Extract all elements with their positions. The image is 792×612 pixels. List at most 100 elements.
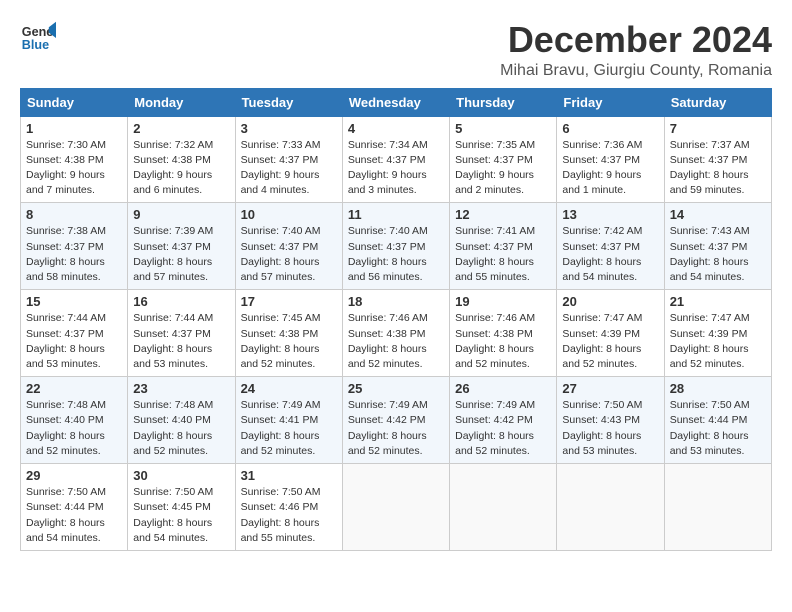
week-row-2: 8Sunrise: 7:38 AM Sunset: 4:37 PM Daylig… bbox=[21, 203, 772, 290]
day-detail: Sunrise: 7:46 AM Sunset: 4:38 PM Dayligh… bbox=[348, 312, 428, 370]
weekday-header-monday: Monday bbox=[128, 88, 235, 116]
calendar-cell: 5Sunrise: 7:35 AM Sunset: 4:37 PM Daylig… bbox=[450, 116, 557, 203]
page-subtitle: Mihai Bravu, Giurgiu County, Romania bbox=[500, 62, 772, 80]
week-row-1: 1Sunrise: 7:30 AM Sunset: 4:38 PM Daylig… bbox=[21, 116, 772, 203]
weekday-header-friday: Friday bbox=[557, 88, 664, 116]
calendar-cell bbox=[450, 464, 557, 551]
day-detail: Sunrise: 7:49 AM Sunset: 4:42 PM Dayligh… bbox=[455, 399, 535, 457]
day-detail: Sunrise: 7:44 AM Sunset: 4:37 PM Dayligh… bbox=[133, 312, 213, 370]
calendar-table: SundayMondayTuesdayWednesdayThursdayFrid… bbox=[20, 88, 772, 551]
day-number: 2 bbox=[133, 121, 229, 136]
svg-text:Blue: Blue bbox=[22, 38, 49, 52]
calendar-cell bbox=[557, 464, 664, 551]
calendar-cell: 17 Sunrise: 7:45 AM Sunset: 4:38 PM Dayli… bbox=[235, 290, 342, 377]
calendar-cell: 29 Sunrise: 7:50 AM Sunset: 4:44 PM Dayli… bbox=[21, 464, 128, 551]
weekday-header-row: SundayMondayTuesdayWednesdayThursdayFrid… bbox=[21, 88, 772, 116]
day-number: 3 bbox=[241, 121, 337, 136]
page-title: December 2024 bbox=[500, 20, 772, 60]
day-number: 18 bbox=[348, 294, 444, 309]
day-number: 12 bbox=[455, 207, 551, 222]
day-number: 20 bbox=[562, 294, 658, 309]
calendar-cell: 27 Sunrise: 7:50 AM Sunset: 4:43 PM Dayli… bbox=[557, 377, 664, 464]
day-number: 1 bbox=[26, 121, 122, 136]
calendar-cell: 18 Sunrise: 7:46 AM Sunset: 4:38 PM Dayli… bbox=[342, 290, 449, 377]
day-number: 21 bbox=[670, 294, 766, 309]
day-detail: Sunrise: 7:36 AM Sunset: 4:37 PM Dayligh… bbox=[562, 139, 642, 197]
page-container: General Blue December 2024 Mihai Bravu, … bbox=[20, 20, 772, 551]
day-detail: Sunrise: 7:35 AM Sunset: 4:37 PM Dayligh… bbox=[455, 139, 535, 197]
day-detail: Sunrise: 7:40 AM Sunset: 4:37 PM Dayligh… bbox=[241, 225, 321, 283]
calendar-cell: 14Sunrise: 7:43 AM Sunset: 4:37 PM Dayli… bbox=[664, 203, 771, 290]
weekday-header-wednesday: Wednesday bbox=[342, 88, 449, 116]
calendar-cell: 16 Sunrise: 7:44 AM Sunset: 4:37 PM Dayli… bbox=[128, 290, 235, 377]
day-detail: Sunrise: 7:47 AM Sunset: 4:39 PM Dayligh… bbox=[562, 312, 642, 370]
day-detail: Sunrise: 7:41 AM Sunset: 4:37 PM Dayligh… bbox=[455, 225, 535, 283]
calendar-cell: 13 Sunrise: 7:42 AM Sunset: 4:37 PM Dayli… bbox=[557, 203, 664, 290]
day-number: 23 bbox=[133, 381, 229, 396]
day-number: 24 bbox=[241, 381, 337, 396]
day-detail: Sunrise: 7:48 AM Sunset: 4:40 PM Dayligh… bbox=[133, 399, 213, 457]
day-number: 14 bbox=[670, 207, 766, 222]
calendar-cell: 24 Sunrise: 7:49 AM Sunset: 4:41 PM Dayli… bbox=[235, 377, 342, 464]
day-number: 10 bbox=[241, 207, 337, 222]
day-detail: Sunrise: 7:39 AM Sunset: 4:37 PM Dayligh… bbox=[133, 225, 213, 283]
day-number: 28 bbox=[670, 381, 766, 396]
day-number: 15 bbox=[26, 294, 122, 309]
weekday-header-sunday: Sunday bbox=[21, 88, 128, 116]
day-detail: Sunrise: 7:34 AM Sunset: 4:37 PM Dayligh… bbox=[348, 139, 428, 197]
day-number: 13 bbox=[562, 207, 658, 222]
day-detail: Sunrise: 7:50 AM Sunset: 4:44 PM Dayligh… bbox=[670, 399, 750, 457]
calendar-cell: 28 Sunrise: 7:50 AM Sunset: 4:44 PM Dayli… bbox=[664, 377, 771, 464]
day-detail: Sunrise: 7:38 AM Sunset: 4:37 PM Dayligh… bbox=[26, 225, 106, 283]
day-number: 29 bbox=[26, 468, 122, 483]
day-detail: Sunrise: 7:50 AM Sunset: 4:46 PM Dayligh… bbox=[241, 486, 321, 544]
calendar-cell: 10 Sunrise: 7:40 AM Sunset: 4:37 PM Dayli… bbox=[235, 203, 342, 290]
calendar-cell bbox=[664, 464, 771, 551]
day-number: 26 bbox=[455, 381, 551, 396]
calendar-cell: 1Sunrise: 7:30 AM Sunset: 4:38 PM Daylig… bbox=[21, 116, 128, 203]
day-number: 25 bbox=[348, 381, 444, 396]
week-row-3: 15 Sunrise: 7:44 AM Sunset: 4:37 PM Dayli… bbox=[21, 290, 772, 377]
title-block: December 2024 Mihai Bravu, Giurgiu Count… bbox=[500, 20, 772, 80]
calendar-cell: 22 Sunrise: 7:48 AM Sunset: 4:40 PM Dayli… bbox=[21, 377, 128, 464]
weekday-header-tuesday: Tuesday bbox=[235, 88, 342, 116]
calendar-cell: 31Sunrise: 7:50 AM Sunset: 4:46 PM Dayli… bbox=[235, 464, 342, 551]
day-number: 16 bbox=[133, 294, 229, 309]
day-number: 11 bbox=[348, 207, 444, 222]
day-detail: Sunrise: 7:48 AM Sunset: 4:40 PM Dayligh… bbox=[26, 399, 106, 457]
day-number: 17 bbox=[241, 294, 337, 309]
day-number: 27 bbox=[562, 381, 658, 396]
calendar-cell: 7 Sunrise: 7:37 AM Sunset: 4:37 PM Daylig… bbox=[664, 116, 771, 203]
calendar-cell: 4 Sunrise: 7:34 AM Sunset: 4:37 PM Daylig… bbox=[342, 116, 449, 203]
day-detail: Sunrise: 7:37 AM Sunset: 4:37 PM Dayligh… bbox=[670, 139, 750, 197]
day-number: 22 bbox=[26, 381, 122, 396]
calendar-cell: 8Sunrise: 7:38 AM Sunset: 4:37 PM Daylig… bbox=[21, 203, 128, 290]
weekday-header-saturday: Saturday bbox=[664, 88, 771, 116]
calendar-cell: 26 Sunrise: 7:49 AM Sunset: 4:42 PM Dayli… bbox=[450, 377, 557, 464]
calendar-cell: 12 Sunrise: 7:41 AM Sunset: 4:37 PM Dayli… bbox=[450, 203, 557, 290]
calendar-cell: 30Sunrise: 7:50 AM Sunset: 4:45 PM Dayli… bbox=[128, 464, 235, 551]
day-detail: Sunrise: 7:45 AM Sunset: 4:38 PM Dayligh… bbox=[241, 312, 321, 370]
calendar-cell: 19Sunrise: 7:46 AM Sunset: 4:38 PM Dayli… bbox=[450, 290, 557, 377]
day-detail: Sunrise: 7:50 AM Sunset: 4:44 PM Dayligh… bbox=[26, 486, 106, 544]
day-number: 7 bbox=[670, 121, 766, 136]
day-number: 4 bbox=[348, 121, 444, 136]
calendar-cell bbox=[342, 464, 449, 551]
day-detail: Sunrise: 7:44 AM Sunset: 4:37 PM Dayligh… bbox=[26, 312, 106, 370]
calendar-cell: 6 Sunrise: 7:36 AM Sunset: 4:37 PM Daylig… bbox=[557, 116, 664, 203]
day-detail: Sunrise: 7:42 AM Sunset: 4:37 PM Dayligh… bbox=[562, 225, 642, 283]
calendar-cell: 21Sunrise: 7:47 AM Sunset: 4:39 PM Dayli… bbox=[664, 290, 771, 377]
day-detail: Sunrise: 7:33 AM Sunset: 4:37 PM Dayligh… bbox=[241, 139, 321, 197]
calendar-cell: 15 Sunrise: 7:44 AM Sunset: 4:37 PM Dayli… bbox=[21, 290, 128, 377]
day-detail: Sunrise: 7:50 AM Sunset: 4:43 PM Dayligh… bbox=[562, 399, 642, 457]
day-number: 6 bbox=[562, 121, 658, 136]
calendar-cell: 2 Sunrise: 7:32 AM Sunset: 4:38 PM Daylig… bbox=[128, 116, 235, 203]
logo: General Blue bbox=[20, 20, 56, 56]
day-detail: Sunrise: 7:32 AM Sunset: 4:38 PM Dayligh… bbox=[133, 139, 213, 197]
day-number: 19 bbox=[455, 294, 551, 309]
week-row-5: 29 Sunrise: 7:50 AM Sunset: 4:44 PM Dayli… bbox=[21, 464, 772, 551]
header: General Blue December 2024 Mihai Bravu, … bbox=[20, 20, 772, 80]
day-detail: Sunrise: 7:49 AM Sunset: 4:41 PM Dayligh… bbox=[241, 399, 321, 457]
logo-icon: General Blue bbox=[20, 20, 56, 56]
day-detail: Sunrise: 7:40 AM Sunset: 4:37 PM Dayligh… bbox=[348, 225, 428, 283]
